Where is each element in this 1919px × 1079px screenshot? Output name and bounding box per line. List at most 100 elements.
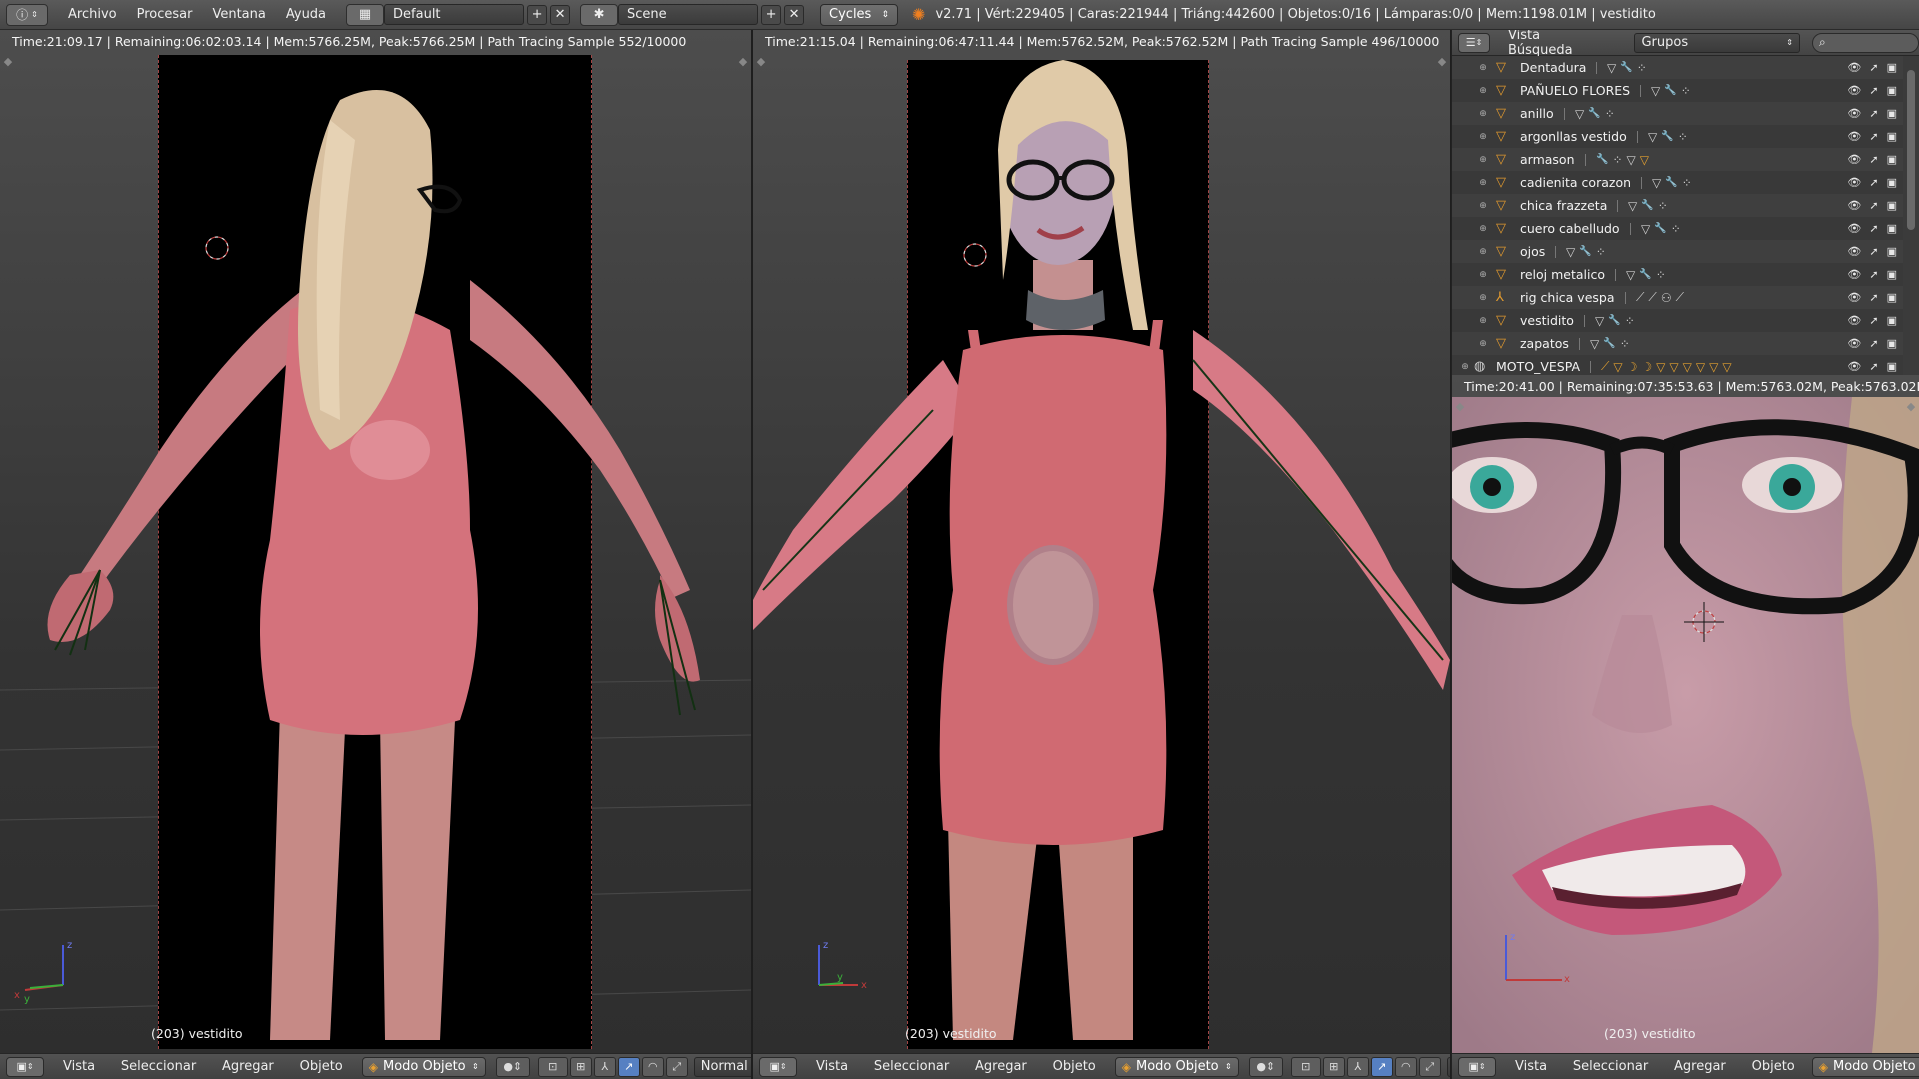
selectability-cursor-icon[interactable]: ➚ <box>1869 176 1878 189</box>
render-camera-icon[interactable]: ▣ <box>1887 176 1897 189</box>
visibility-eye-icon[interactable]: 👁 <box>1847 176 1861 189</box>
menu-vista[interactable]: Vista <box>1504 1059 1558 1074</box>
viewport-front[interactable]: z y x Time:21:15.04 | Remaining:06:47:11… <box>753 30 1450 1079</box>
modifier-wrench-icon[interactable]: 🔧 <box>1664 85 1676 96</box>
render-camera-icon[interactable]: ▣ <box>1887 337 1897 350</box>
render-camera-icon[interactable]: ▣ <box>1887 61 1897 74</box>
modifier-wrench-icon[interactable]: 🔧 <box>1661 131 1673 142</box>
visibility-eye-icon[interactable]: 👁 <box>1847 130 1861 143</box>
vertex-groups-icon[interactable]: ⁘ <box>1596 245 1606 259</box>
outliner-item-name[interactable]: Dentadura <box>1520 60 1586 75</box>
outliner-row[interactable]: ⊕ ◍ MOTO_VESPA ⟋ ▽ ☽ ☽ ▽ ▽ ▽ ▽ ▽ ▽ 👁 ➚ ▣ <box>1452 355 1903 375</box>
interaction-mode-dropdown[interactable]: ◈Modo Objeto⇕ <box>361 1056 486 1077</box>
transform-orientation-dropdown[interactable]: Normal⇕ <box>693 1056 751 1077</box>
mesh-data-icon[interactable]: ▽ <box>1590 337 1599 351</box>
vertex-groups-icon[interactable]: ⁘ <box>1681 84 1691 98</box>
mesh-object-icon[interactable]: ▽ <box>1683 360 1692 374</box>
vertex-groups-icon[interactable]: ⁘ <box>1625 314 1635 328</box>
manipulator-toggle[interactable]: ⊞ <box>569 1056 592 1077</box>
mesh-object-icon[interactable]: ▽ <box>1709 360 1718 374</box>
menu-vista[interactable]: Vista <box>52 1059 106 1074</box>
expand-toggle-icon[interactable]: ⊕ <box>1478 247 1488 257</box>
render-camera-icon[interactable]: ▣ <box>1887 360 1897 373</box>
mesh-data-icon[interactable]: ▽ <box>1627 153 1636 167</box>
mesh-object-icon[interactable]: ▽ <box>1640 153 1649 167</box>
modifier-wrench-icon[interactable]: 🔧 <box>1608 315 1620 326</box>
outliner-item-name[interactable]: chica frazzeta <box>1520 198 1607 213</box>
modifier-wrench-icon[interactable]: 🔧 <box>1620 62 1632 73</box>
scene-selector[interactable]: ✱ <box>580 3 619 26</box>
manipulator-toggle[interactable]: ⊞ <box>1322 1056 1345 1077</box>
menu-procesar[interactable]: Procesar <box>127 7 203 22</box>
outliner-item-name[interactable]: reloj metalico <box>1520 267 1605 282</box>
editor-type-button[interactable]: ▣ ⇕ <box>759 1056 797 1077</box>
screen-layout-selector[interactable]: ▦ <box>346 3 385 26</box>
scale-manipulator-button[interactable]: ⤢ <box>1418 1056 1441 1077</box>
expand-toggle-icon[interactable]: ⊕ <box>1478 224 1488 234</box>
mesh-data-icon[interactable]: ▽ <box>1652 176 1661 190</box>
outliner-row[interactable]: ⊕ ▽ Dentadura ▽ 🔧 ⁘ 👁 ➚ ▣ <box>1452 56 1903 79</box>
visibility-eye-icon[interactable]: 👁 <box>1847 84 1861 97</box>
add-layout-button[interactable]: + <box>527 4 548 25</box>
shading-dropdown[interactable]: ●⇕ <box>1248 1056 1283 1077</box>
pivot-dropdown[interactable]: ⊡ <box>1290 1056 1321 1077</box>
screen-layout-field[interactable]: Default <box>384 4 525 25</box>
bone-icon[interactable]: ⟋ <box>1636 290 1644 305</box>
render-camera-icon[interactable]: ▣ <box>1887 130 1897 143</box>
viewport-closeup[interactable]: z x Time:20:41.00 | Remaining:07:35:53.6… <box>1451 375 1919 1079</box>
selectability-cursor-icon[interactable]: ➚ <box>1869 130 1878 143</box>
vertex-groups-icon[interactable]: ⁘ <box>1612 153 1622 167</box>
outliner-item-name[interactable]: zapatos <box>1520 336 1569 351</box>
visibility-eye-icon[interactable]: 👁 <box>1847 153 1861 166</box>
interaction-mode-dropdown[interactable]: ◈Modo Objeto⇕ <box>1811 1056 1919 1077</box>
menu-ayuda[interactable]: Ayuda <box>276 7 336 22</box>
selectability-cursor-icon[interactable]: ➚ <box>1869 222 1878 235</box>
bone-icon[interactable]: ⟋ <box>1676 290 1684 305</box>
visibility-eye-icon[interactable]: 👁 <box>1847 61 1861 74</box>
expand-toggle-icon[interactable]: ⊕ <box>1478 178 1488 188</box>
delete-layout-button[interactable]: ✕ <box>550 4 571 25</box>
menu-ventana[interactable]: Ventana <box>202 7 275 22</box>
render-camera-icon[interactable]: ▣ <box>1887 268 1897 281</box>
expand-toggle-icon[interactable]: ⊕ <box>1478 86 1488 96</box>
visibility-eye-icon[interactable]: 👁 <box>1847 337 1861 350</box>
visibility-eye-icon[interactable]: 👁 <box>1847 268 1861 281</box>
vertex-groups-icon[interactable]: ⁘ <box>1620 337 1630 351</box>
outliner-row[interactable]: ⊕ ⅄ rig chica vespa ⟋ ⟋ ⚇ ⟋ 👁 ➚ ▣ <box>1452 286 1903 309</box>
scene-field[interactable]: Scene <box>618 4 759 25</box>
selectability-cursor-icon[interactable]: ➚ <box>1869 291 1878 304</box>
selectability-cursor-icon[interactable]: ➚ <box>1869 61 1878 74</box>
menu-seleccionar[interactable]: Seleccionar <box>1562 1059 1659 1074</box>
mesh-data-icon[interactable]: ▽ <box>1626 268 1635 282</box>
vertex-groups-icon[interactable]: ⁘ <box>1678 130 1688 144</box>
expand-toggle-icon[interactable]: ⊕ <box>1478 293 1488 303</box>
outliner-item-name[interactable]: PAÑUELO FLORES <box>1520 83 1630 98</box>
vertex-groups-icon[interactable]: ⁘ <box>1637 61 1647 75</box>
menu-objeto[interactable]: Objeto <box>1741 1059 1806 1074</box>
expand-toggle-icon[interactable]: ⊕ <box>1478 63 1488 73</box>
scale-manipulator-button[interactable]: ⤢ <box>665 1056 688 1077</box>
translate-manipulator-button[interactable]: ⅄ <box>593 1056 616 1077</box>
outliner-item-name[interactable]: anillo <box>1520 106 1554 121</box>
selectability-cursor-icon[interactable]: ➚ <box>1869 314 1878 327</box>
rotate-manipulator-button[interactable]: ◠ <box>1394 1056 1417 1077</box>
expand-toggle-icon[interactable]: ⊕ <box>1478 132 1488 142</box>
menu-agregar[interactable]: Agregar <box>211 1059 285 1074</box>
expand-toggle-icon[interactable]: ⊕ <box>1478 109 1488 119</box>
menu-seleccionar[interactable]: Seleccionar <box>110 1059 207 1074</box>
render-camera-icon[interactable]: ▣ <box>1887 107 1897 120</box>
vertex-groups-icon[interactable]: ⁘ <box>1605 107 1615 121</box>
modifier-wrench-icon[interactable]: 🔧 <box>1654 223 1666 234</box>
area-split-handle[interactable]: ◆ <box>737 56 749 68</box>
selectability-cursor-icon[interactable]: ➚ <box>1869 268 1878 281</box>
mesh-data-icon[interactable]: ▽ <box>1628 199 1637 213</box>
outliner-item-name[interactable]: rig chica vespa <box>1520 290 1615 305</box>
modifier-wrench-icon[interactable]: 🔧 <box>1588 108 1600 119</box>
area-split-handle[interactable]: ◆ <box>1436 56 1448 68</box>
selectability-cursor-icon[interactable]: ➚ <box>1869 360 1878 373</box>
outliner-row[interactable]: ⊕ ▽ anillo ▽ 🔧 ⁘ 👁 ➚ ▣ <box>1452 102 1903 125</box>
delete-scene-button[interactable]: ✕ <box>784 4 805 25</box>
modifier-wrench-icon[interactable]: 🔧 <box>1596 154 1608 165</box>
selectability-cursor-icon[interactable]: ➚ <box>1869 199 1878 212</box>
visibility-eye-icon[interactable]: 👁 <box>1847 107 1861 120</box>
